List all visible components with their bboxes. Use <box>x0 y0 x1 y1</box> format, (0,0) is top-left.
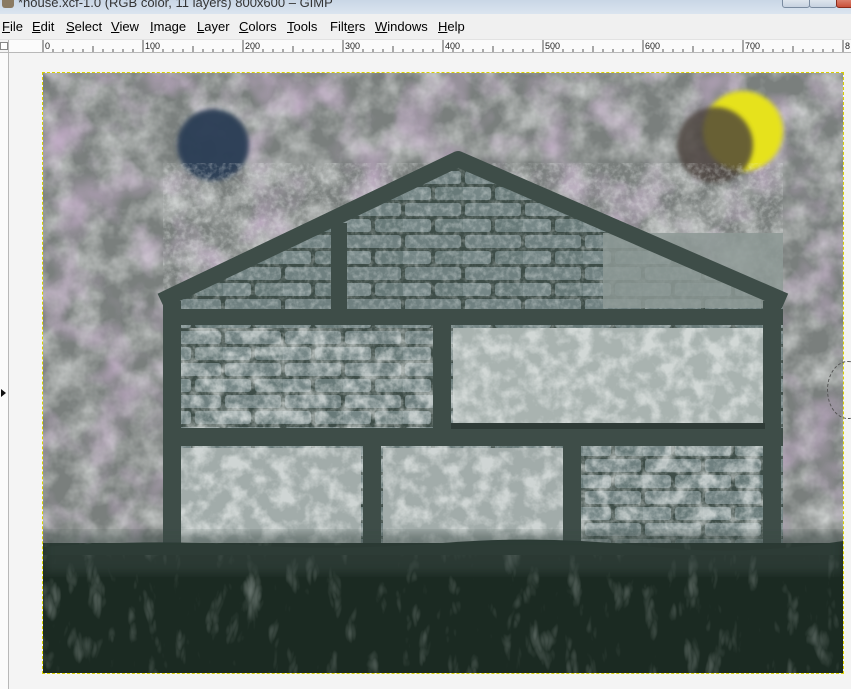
menu-edit[interactable]: Edit <box>30 19 56 34</box>
frame-top-beam <box>163 309 783 325</box>
house <box>157 151 789 551</box>
ruler-label-100: 100 <box>145 41 160 51</box>
ruler-label-0: 0 <box>45 41 50 51</box>
menu-colors[interactable]: Colors <box>237 19 279 34</box>
menu-bar: File Edit Select View Image Layer Colors… <box>0 16 851 40</box>
image-canvas[interactable] <box>43 73 843 673</box>
menu-view[interactable]: View <box>109 19 141 34</box>
title-bar: *house.xcf-1.0 (RGB color, 11 layers) 80… <box>0 0 851 14</box>
menu-layer[interactable]: Layer <box>195 19 232 34</box>
ruler-label-700: 700 <box>745 41 760 51</box>
quick-mask-icon <box>0 42 8 50</box>
frame-right-post <box>763 301 781 551</box>
minimize-button[interactable] <box>782 0 810 8</box>
ruler-label-200: 200 <box>245 41 260 51</box>
gimp-app-icon <box>2 0 14 8</box>
ruler-label-800: 8 <box>845 41 850 51</box>
frame-inner-post-2 <box>433 309 451 429</box>
menu-filters[interactable]: Filters <box>328 19 367 34</box>
house-painting <box>43 73 843 673</box>
canvas-viewport[interactable] <box>9 53 851 689</box>
pointer-position-marker <box>1 389 6 397</box>
ruler-label-400: 400 <box>445 41 460 51</box>
ruler-label-600: 600 <box>645 41 660 51</box>
maximize-button[interactable] <box>809 0 837 8</box>
menu-windows[interactable]: Windows <box>373 19 430 34</box>
frame-left-post <box>163 301 181 551</box>
ground-haze <box>43 533 843 573</box>
menu-file[interactable]: File <box>0 19 25 34</box>
frame-inner-post-1 <box>331 223 347 313</box>
horizontal-ruler[interactable]: 0 100 200 300 400 500 600 700 8 <box>9 40 851 53</box>
menu-select[interactable]: Select <box>64 19 104 34</box>
ruler-label-500: 500 <box>545 41 560 51</box>
frame-mid-beam <box>163 428 783 446</box>
menu-image[interactable]: Image <box>148 19 188 34</box>
menu-tools[interactable]: Tools <box>285 19 319 34</box>
horizontal-ruler-ticks: 0 100 200 300 400 500 600 700 8 <box>42 40 850 52</box>
window-title: *house.xcf-1.0 (RGB color, 11 layers) 80… <box>18 0 333 10</box>
frame-window-sill <box>451 423 765 429</box>
menu-help[interactable]: Help <box>436 19 467 34</box>
quick-mask-toggle[interactable] <box>0 40 9 53</box>
ruler-label-300: 300 <box>345 41 360 51</box>
close-button[interactable] <box>836 0 851 8</box>
vertical-ruler[interactable] <box>0 53 9 689</box>
